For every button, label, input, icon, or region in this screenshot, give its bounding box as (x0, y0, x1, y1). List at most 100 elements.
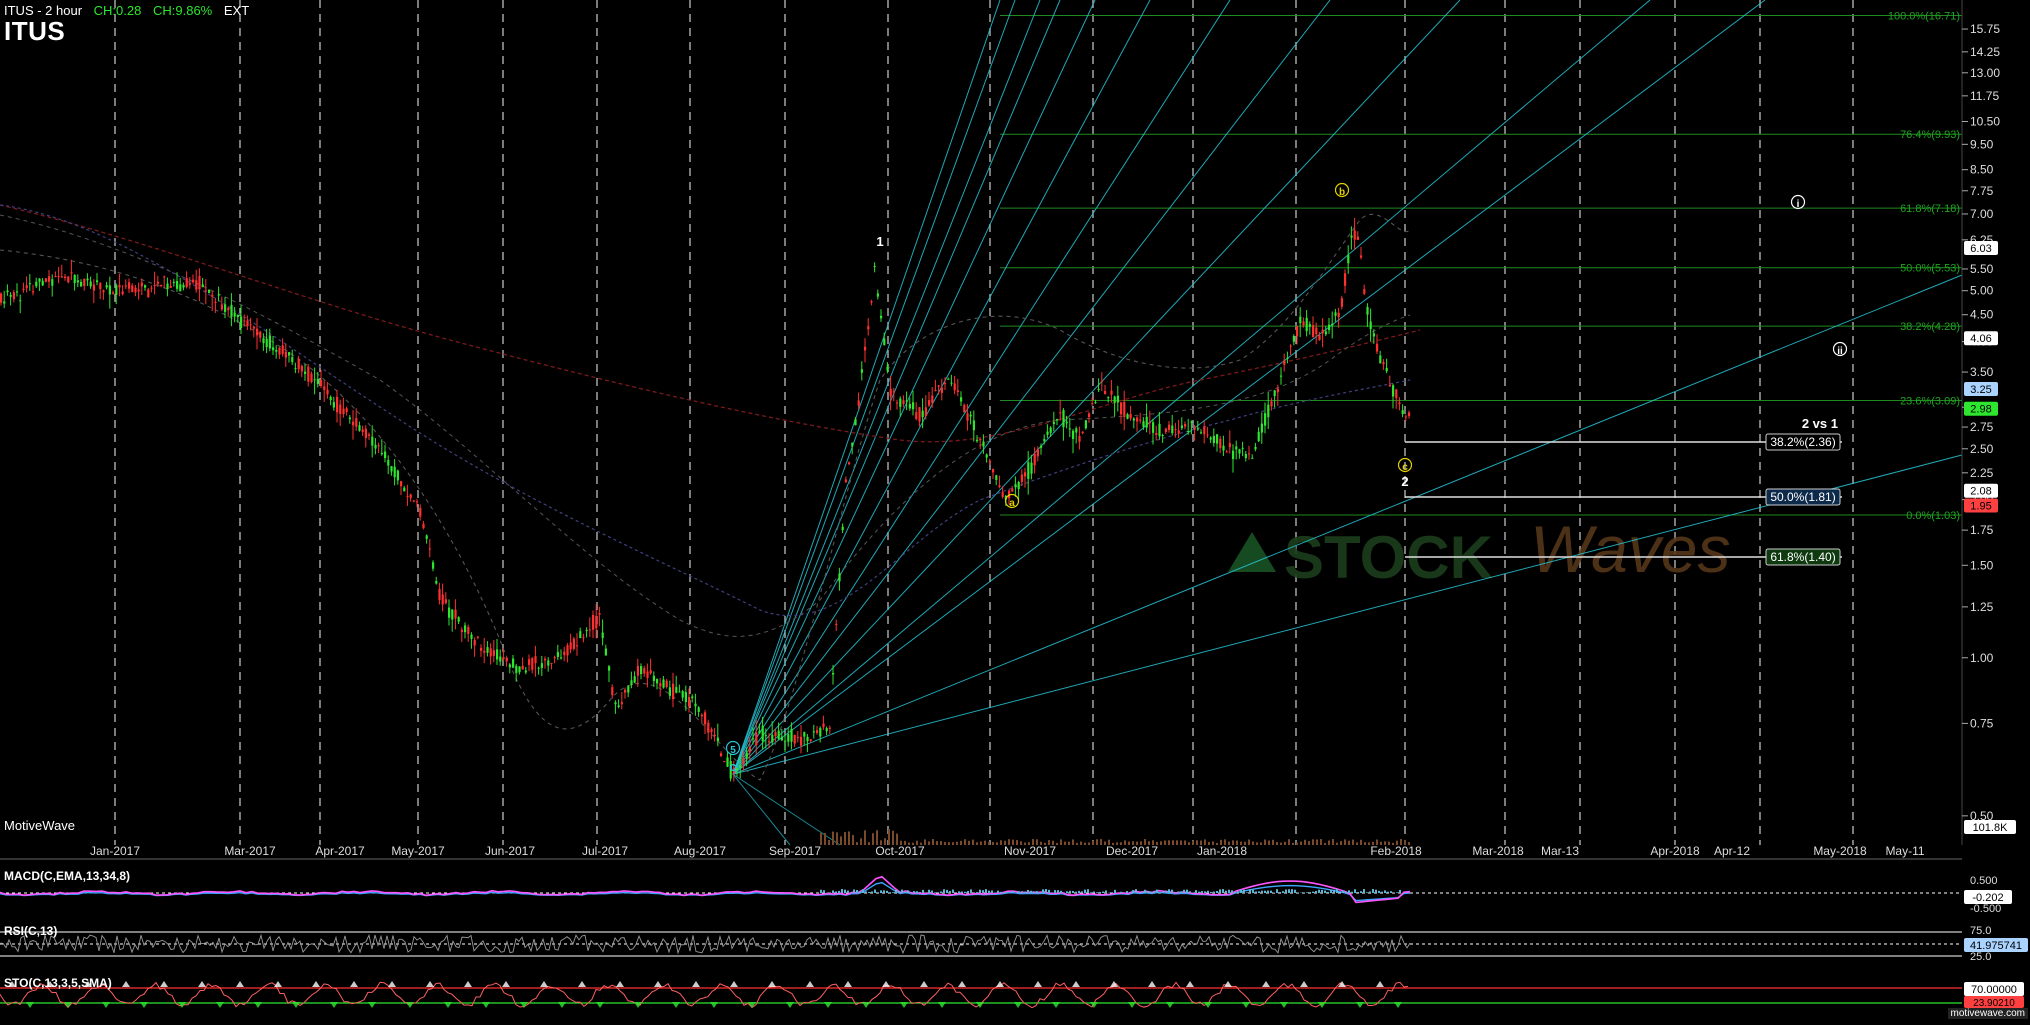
volume-bar (1300, 842, 1302, 845)
candle-body (1139, 420, 1141, 421)
candle-body (61, 276, 63, 277)
candle-body (477, 637, 479, 638)
macd-hist-bar (1156, 890, 1158, 893)
candle-body (128, 282, 130, 288)
candle-body (1094, 402, 1096, 403)
macd-hist-bar (1375, 890, 1377, 893)
macd-hist-bar (964, 892, 966, 893)
candle-body (122, 291, 124, 294)
macd-hist-bar (904, 892, 906, 893)
macd-hist-bar (1384, 890, 1386, 893)
candle-body (1123, 402, 1125, 417)
fan-line (733, 275, 1962, 774)
candle-body (109, 285, 111, 294)
candle-body (992, 469, 994, 473)
candle-body (186, 278, 188, 287)
candle-body (368, 434, 370, 435)
macd-hist-bar (1345, 891, 1347, 893)
candle-body (189, 283, 191, 285)
ticker-title: ITUS (4, 16, 65, 47)
candle-body (490, 648, 492, 656)
macd-hist-bar (1024, 892, 1026, 893)
macd-hist-bar (1018, 891, 1020, 893)
macd-hist-bar (1048, 890, 1050, 893)
stoch-top-marker (426, 981, 434, 987)
candle-body (1312, 325, 1314, 337)
y-tick-label: 15.75 (1970, 22, 2000, 36)
candle-body (813, 731, 815, 732)
candle-body (1011, 489, 1013, 492)
candle-body (6, 291, 8, 293)
candle-body (899, 399, 901, 407)
macd-hist-bar (1240, 890, 1242, 893)
candle-body (1386, 368, 1388, 371)
candle-body (752, 738, 754, 739)
macd-hist-bar (1075, 892, 1077, 893)
candle-body (1197, 428, 1199, 429)
candle-body (32, 291, 34, 292)
candle-body (579, 631, 581, 638)
candle-body (963, 405, 965, 412)
candle-body (1242, 448, 1244, 449)
volume-bar (848, 831, 850, 845)
volume-bar (968, 841, 970, 845)
candle-body (1334, 312, 1336, 315)
candle-body (912, 402, 914, 409)
candle-body (352, 422, 354, 426)
macd-hist-bar (1231, 890, 1233, 893)
volume-bar (1304, 840, 1306, 845)
macd-hist-bar (1327, 892, 1329, 893)
candle-body (758, 731, 760, 733)
candle-body (787, 734, 789, 741)
macd-hist-bar (1003, 892, 1005, 893)
candle-body (1290, 346, 1292, 347)
candle-body (173, 282, 175, 283)
candle-body (1040, 446, 1042, 448)
candle-body (253, 327, 255, 329)
macd-hist-bar (892, 892, 894, 893)
candle-body (643, 668, 645, 673)
candle-body (355, 418, 357, 427)
candle-body (1162, 435, 1164, 436)
y-tick-label: 2.75 (1970, 420, 1994, 434)
candle-body (675, 687, 677, 693)
macd-hist-bar (1105, 890, 1107, 893)
volume-bar (824, 833, 826, 845)
candle-body (298, 359, 300, 369)
macd-hist-bar (940, 891, 942, 893)
volume-bar (932, 839, 934, 845)
macd-hist-bar (880, 890, 882, 893)
macd-hist-bar (1363, 889, 1365, 893)
x-tick-label: Feb-2018 (1370, 844, 1422, 858)
chart-svg[interactable]: STOCKWaves 100.0%(16.71)76.4%(9.93)61.8%… (0, 0, 2030, 1020)
macd-hist-bar (1039, 892, 1041, 893)
volume-bar (844, 832, 846, 845)
candle-body (659, 683, 661, 686)
candle-body (438, 589, 440, 600)
candle-body (739, 765, 741, 768)
macd-hist-bar (1234, 892, 1236, 893)
candle-body (227, 308, 229, 310)
volume-bar (1176, 840, 1178, 845)
macd-hist-bar (1252, 890, 1254, 893)
candle-body (893, 391, 895, 392)
macd-hist-bar (1102, 892, 1104, 893)
macd-hist-bar (1315, 891, 1317, 893)
macd-line (0, 877, 1410, 903)
volume-bar (1256, 842, 1258, 845)
candle-body (1203, 427, 1205, 434)
macd-hist-bar (1147, 891, 1149, 893)
volume-bar (1272, 840, 1274, 845)
candle-body (93, 284, 95, 290)
candle-body (272, 347, 274, 350)
volume-bar (852, 835, 854, 845)
candle-body (1258, 432, 1260, 441)
candle-body (160, 285, 162, 286)
candle-body (995, 475, 997, 480)
wave-label: ii (1837, 346, 1843, 357)
candle-body (614, 702, 616, 704)
candle-body (877, 293, 879, 296)
fib-label: 50.0%(5.53) (1900, 263, 1960, 275)
candle-body (966, 413, 968, 420)
macd-hist-bar (1381, 892, 1383, 893)
